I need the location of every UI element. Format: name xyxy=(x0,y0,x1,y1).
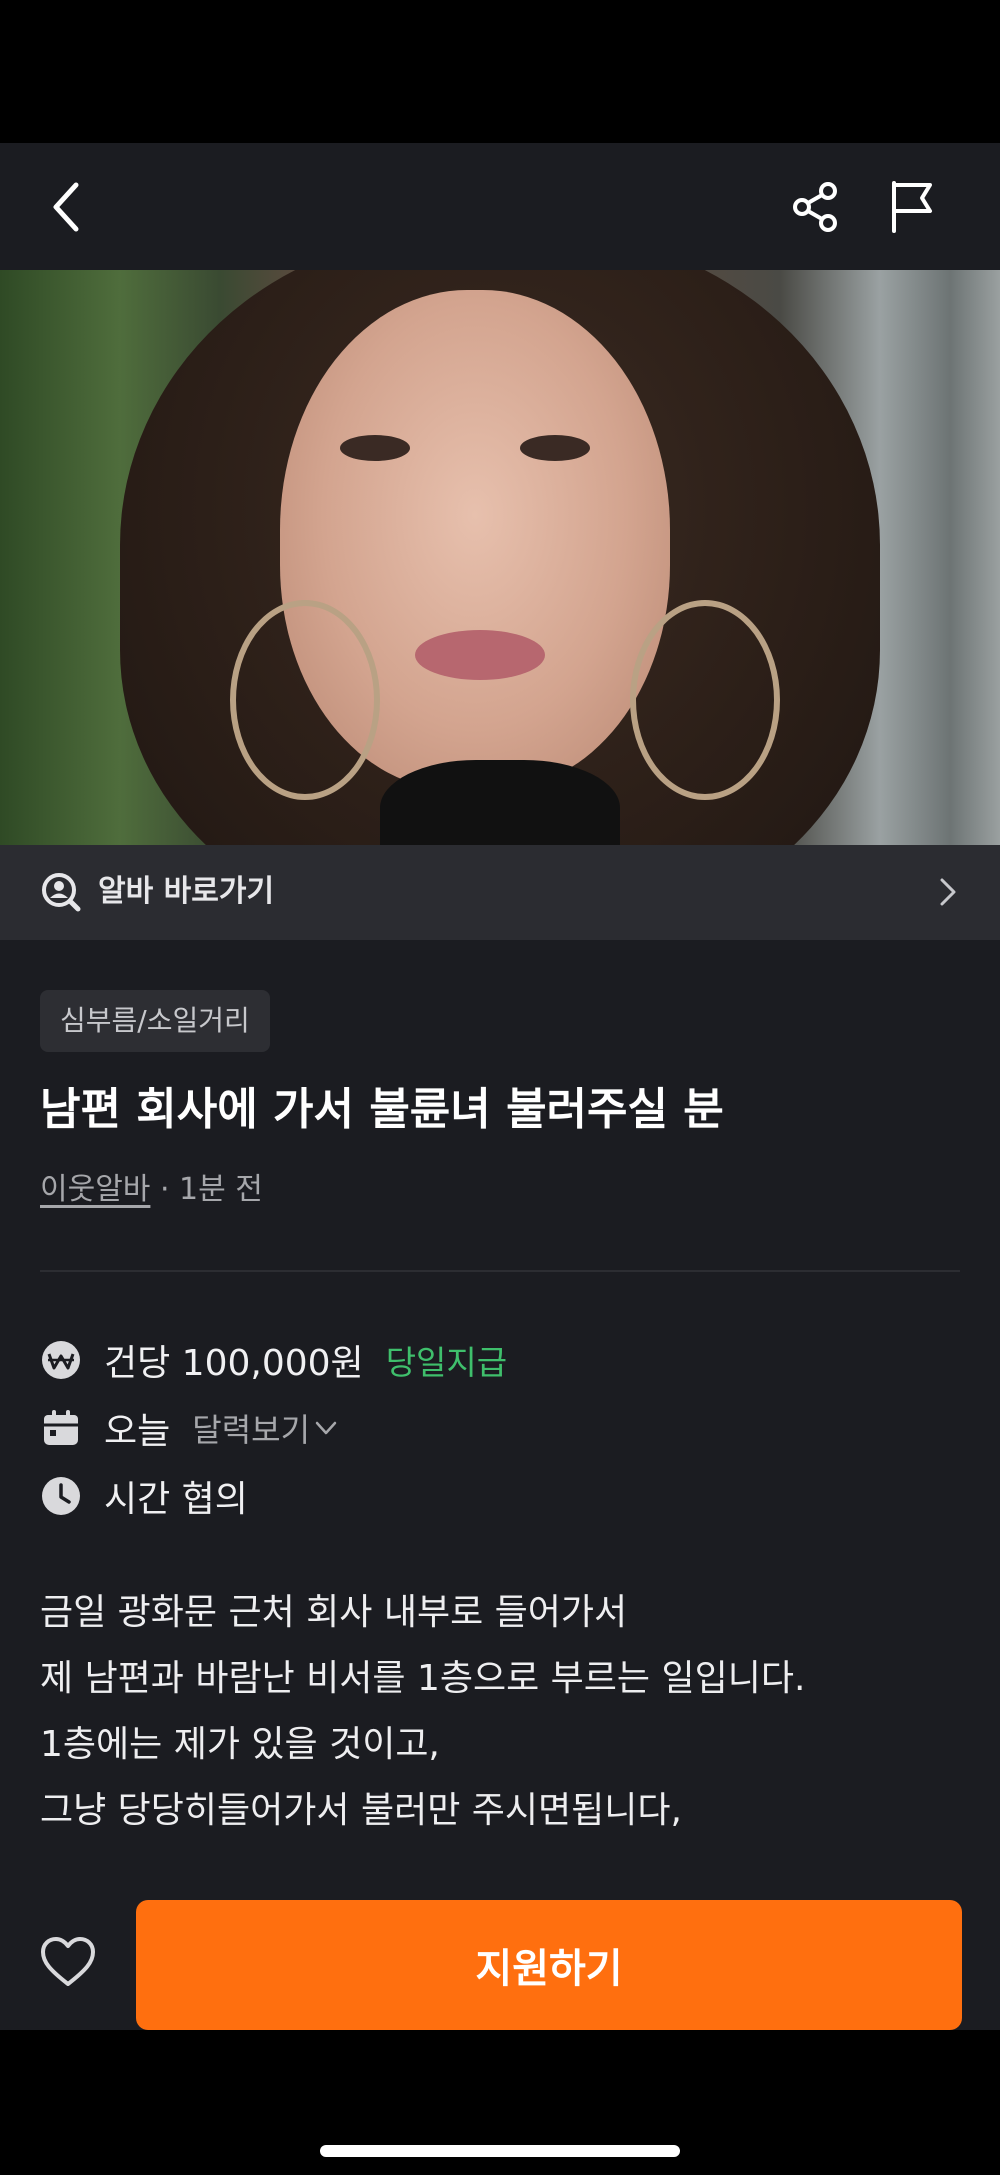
home-indicator-area xyxy=(0,2030,1000,2175)
chevron-right-icon xyxy=(940,878,956,906)
chevron-down-icon xyxy=(315,1421,337,1435)
person-search-icon xyxy=(42,873,81,912)
share-icon xyxy=(793,182,837,232)
bottom-action-bar: 지원하기 xyxy=(0,1870,1000,2030)
time-row: 시간 협의 xyxy=(40,1468,248,1524)
divider xyxy=(40,1270,960,1272)
heart-icon xyxy=(41,1937,95,1986)
clock-icon xyxy=(40,1475,82,1517)
alba-shortcut-bar[interactable]: 알바 바로가기 xyxy=(0,845,1000,940)
report-button[interactable] xyxy=(876,171,948,243)
description-line: 금일 광화문 근처 회사 내부로 들어가서 xyxy=(40,1592,628,1633)
won-icon xyxy=(40,1339,82,1381)
home-indicator[interactable] xyxy=(320,2145,680,2157)
time-text: 시간 협의 xyxy=(104,1479,248,1520)
like-button[interactable] xyxy=(36,1930,100,1994)
date-row: 오늘 달력보기 xyxy=(40,1400,340,1456)
calendar-link-label: 달력보기 xyxy=(192,1411,311,1449)
date-text: 오늘 xyxy=(104,1411,171,1452)
calendar-link[interactable]: 달력보기 xyxy=(192,1405,340,1451)
share-button[interactable] xyxy=(780,171,852,243)
author-link[interactable]: 이웃알바 xyxy=(40,1172,150,1207)
pay-text: 건당 100,000원 xyxy=(104,1343,364,1384)
pay-badge: 당일지급 xyxy=(385,1343,508,1382)
apply-button[interactable]: 지원하기 xyxy=(136,1900,962,2030)
status-bar xyxy=(0,0,1000,143)
time-ago: · 1분 전 xyxy=(159,1172,263,1207)
hero-photo-earring xyxy=(630,600,780,800)
hero-image[interactable] xyxy=(0,270,1000,845)
back-button[interactable] xyxy=(30,171,102,243)
post-title: 남편 회사에 가서 불륜녀 불러주실 분 xyxy=(40,1084,724,1135)
chevron-left-icon xyxy=(53,182,79,232)
post-description: 금일 광화문 근처 회사 내부로 들어가서 제 남편과 바람난 비서를 1층으로… xyxy=(40,1580,970,1844)
post-meta: 이웃알바 · 1분 전 xyxy=(40,1168,263,1212)
description-line: 제 남편과 바람난 비서를 1층으로 부르는 일입니다. xyxy=(40,1658,806,1699)
top-nav-bar xyxy=(0,143,1000,270)
description-line: 그냥 당당히들어가서 불러만 주시면됩니다, xyxy=(40,1790,682,1831)
pay-row: 건당 100,000원 당일지급 xyxy=(40,1332,507,1388)
shortcut-label: 알바 바로가기 xyxy=(98,874,275,909)
post-content: 심부름/소일거리 남편 회사에 가서 불륜녀 불러주실 분 이웃알바 · 1분 … xyxy=(0,940,1000,2030)
category-tag[interactable]: 심부름/소일거리 xyxy=(40,990,270,1052)
description-line: 1층에는 제가 있을 것이고, xyxy=(40,1724,440,1765)
flag-icon xyxy=(892,181,932,233)
hero-photo-earring xyxy=(230,600,380,800)
calendar-icon xyxy=(40,1407,82,1449)
